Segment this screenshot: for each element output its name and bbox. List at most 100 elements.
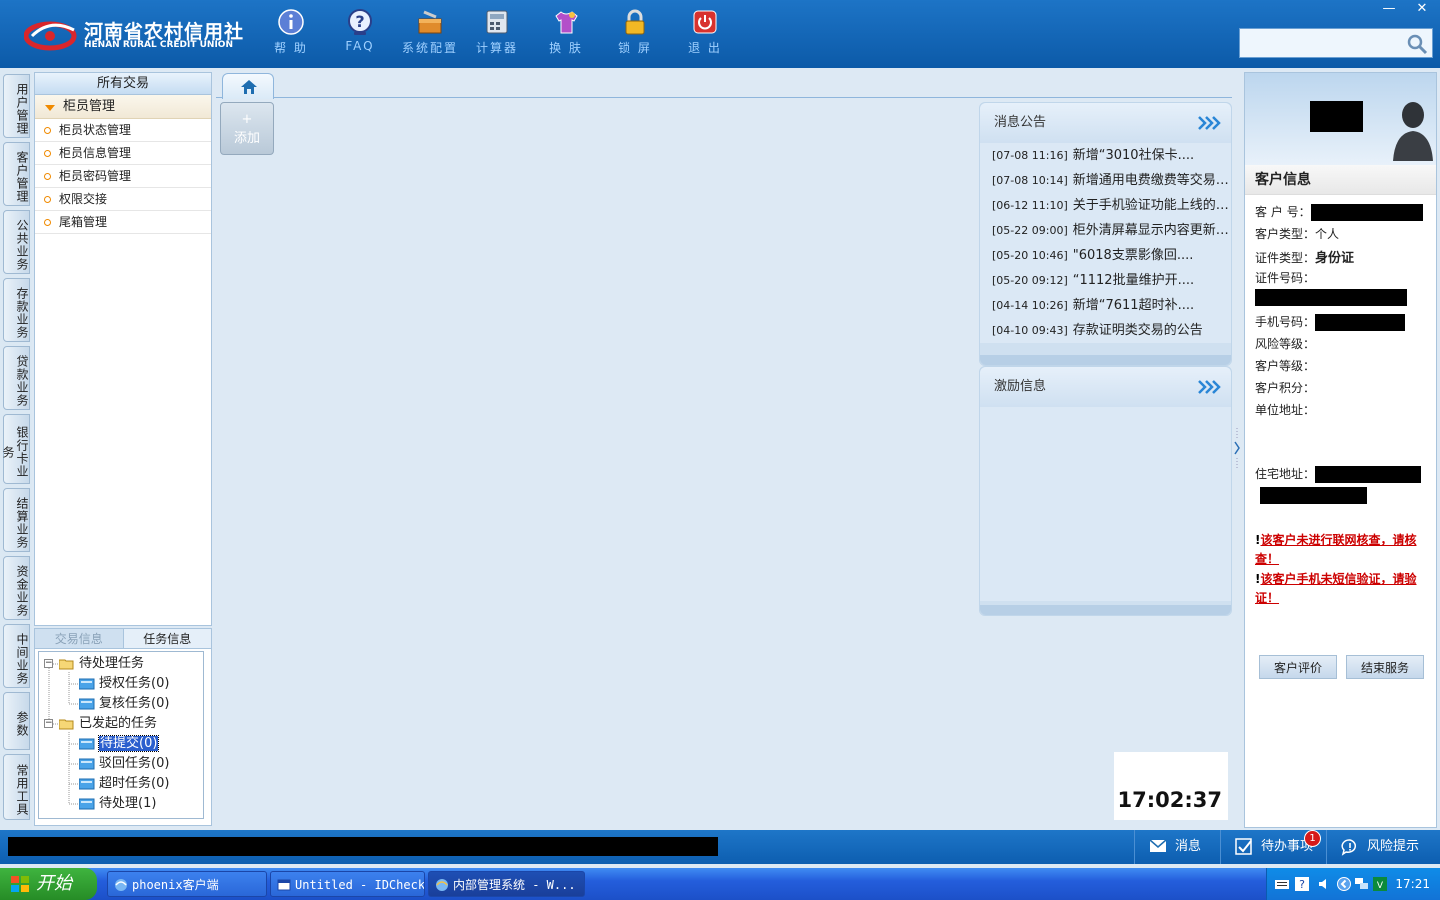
more-arrows-icon[interactable] bbox=[1197, 379, 1223, 395]
network-icon[interactable] bbox=[1355, 877, 1369, 891]
change-skin-label: 换 肤 bbox=[549, 41, 583, 55]
add-tab-button[interactable]: + 添加 bbox=[220, 102, 274, 155]
customer-info-panel: 客户信息 客 户 号： 客户类型：个人 证件类型：身份证 证件号码： 手机号码：… bbox=[1244, 72, 1437, 828]
menu-item-teller-info[interactable]: 柜员信息管理 bbox=[35, 142, 211, 165]
start-button[interactable]: 开始 bbox=[0, 868, 97, 900]
help-button[interactable]: 帮 助 bbox=[261, 8, 321, 56]
app-window-icon bbox=[277, 879, 291, 891]
main-content: + 添加 消息公告 [07-08 11:16] 新增“3010社保卡.... [0… bbox=[216, 72, 1232, 828]
notice-time: [04-14 10:26] bbox=[992, 299, 1068, 312]
panel-splitter-icon[interactable] bbox=[1233, 428, 1241, 468]
risk-tips-button[interactable]: 风险提示 bbox=[1326, 830, 1440, 864]
top-bar: 河南省农村信用社 HENAN RURAL CREDIT UNION 帮 助 ? … bbox=[0, 0, 1440, 68]
home-icon bbox=[241, 80, 257, 94]
tree-node-label: 超时任务(0) bbox=[99, 776, 170, 791]
minimize-button[interactable]: — bbox=[1374, 0, 1404, 18]
vtab-intermediary-business[interactable]: 中间业务 bbox=[3, 624, 30, 688]
messages-label: 消息 bbox=[1175, 839, 1202, 854]
tab-transaction-info[interactable]: 交易信息 bbox=[35, 629, 123, 648]
notice-item[interactable]: [07-08 11:16] 新增“3010社保卡.... bbox=[980, 143, 1231, 168]
incentive-footer bbox=[980, 605, 1231, 615]
vtab-loan-business[interactable]: 贷款业务 bbox=[3, 346, 30, 410]
change-skin-button[interactable]: 换 肤 bbox=[536, 8, 596, 56]
redacted-photo bbox=[1310, 101, 1363, 132]
open-folder-icon bbox=[59, 719, 74, 729]
all-transactions-header[interactable]: 所有交易 bbox=[35, 73, 211, 95]
start-label: 开始 bbox=[36, 873, 72, 894]
system-config-button[interactable]: 系统配置 bbox=[400, 8, 460, 56]
vtab-fund-business[interactable]: 资金业务 bbox=[3, 556, 30, 620]
tree-node-authorize[interactable]: 授权任务(0) bbox=[79, 674, 169, 694]
tree-node-timeout[interactable]: 超时任务(0) bbox=[79, 774, 169, 794]
tab-home[interactable] bbox=[222, 73, 274, 99]
taskbar-item-idcheck[interactable]: Untitled - IDCheck bbox=[270, 871, 425, 897]
system-tray: ? V 17:21 bbox=[1266, 868, 1440, 900]
customer-evaluate-button[interactable]: 客户评价 bbox=[1259, 655, 1337, 679]
tab-task-info[interactable]: 任务信息 bbox=[122, 629, 211, 648]
notice-item[interactable]: [04-14 10:26] 新增“7611超时补.... bbox=[980, 293, 1231, 318]
tree-node-label: 已发起的任务 bbox=[79, 716, 158, 731]
notice-item[interactable]: [05-22 09:00] 柜外清屏幕显示内容更新的公告 bbox=[980, 218, 1231, 243]
help-tray-icon[interactable]: ? bbox=[1295, 877, 1309, 891]
warning-online-check-link[interactable]: 该客户未进行联网核查，请核查！ bbox=[1255, 533, 1417, 566]
chevron-left-icon[interactable] bbox=[1337, 877, 1351, 891]
collapse-toggle[interactable]: − bbox=[44, 719, 53, 728]
more-arrows-icon[interactable] bbox=[1197, 115, 1223, 131]
keyboard-icon[interactable] bbox=[1275, 877, 1289, 891]
tree-node-to-submit[interactable]: 待提交(0) bbox=[79, 734, 160, 754]
search-icon[interactable] bbox=[1406, 33, 1428, 55]
status-bar: 消息 待办事项 风险提示 bbox=[0, 830, 1440, 864]
vtab-public-business[interactable]: 公共业务 bbox=[3, 210, 30, 274]
notice-item[interactable]: [05-20 09:12] “1112批量维护开.... bbox=[980, 268, 1231, 293]
tree-node-label: 驳回任务(0) bbox=[99, 756, 170, 771]
vtab-customer-management[interactable]: 客户管理 bbox=[3, 142, 30, 206]
tree-node-label: 待处理任务 bbox=[79, 656, 145, 671]
faq-button[interactable]: ? FAQ bbox=[330, 8, 390, 53]
notice-item[interactable]: [05-20 10:46] "6018支票影像回.... bbox=[980, 243, 1231, 268]
notice-time: [05-22 09:00] bbox=[992, 224, 1068, 237]
tree-node-label: 授权任务(0) bbox=[99, 676, 170, 691]
customer-level-label: 客户等级： bbox=[1255, 359, 1316, 373]
taskbar-item-internal-system[interactable]: 内部管理系统 - W... bbox=[428, 871, 585, 897]
menu-item-teller-password[interactable]: 柜员密码管理 bbox=[35, 165, 211, 188]
customer-no-label: 客 户 号： bbox=[1255, 205, 1311, 219]
lock-screen-button[interactable]: 锁 屏 bbox=[605, 8, 665, 56]
antivirus-icon[interactable]: V bbox=[1373, 877, 1387, 891]
logo-icon bbox=[24, 21, 77, 51]
transaction-menu-panel: 所有交易 柜员管理 柜员状态管理 柜员信息管理 柜员密码管理 权限交接 尾箱管理 bbox=[34, 72, 212, 626]
vtab-settlement-business[interactable]: 结算业务 bbox=[3, 488, 30, 552]
folder-icon bbox=[79, 678, 95, 689]
warning-sms-verify: !该客户手机未短信验证，请验证！ bbox=[1255, 570, 1433, 608]
notice-text: 新增“7611超时补.... bbox=[1072, 298, 1195, 313]
notice-list: [07-08 11:16] 新增“3010社保卡.... [07-08 10:14… bbox=[980, 143, 1231, 343]
vtab-user-management[interactable]: 用户管理 bbox=[3, 74, 30, 138]
close-window-button[interactable]: ✕ bbox=[1407, 0, 1437, 18]
menu-item-cash-box[interactable]: 尾箱管理 bbox=[35, 211, 211, 234]
vtab-deposit-business[interactable]: 存款业务 bbox=[3, 278, 30, 342]
exit-button[interactable]: 退 出 bbox=[675, 8, 735, 56]
tree-node-initiated[interactable]: 已发起的任务 bbox=[59, 714, 157, 734]
teller-management-group[interactable]: 柜员管理 bbox=[35, 95, 211, 119]
end-service-button[interactable]: 结束服务 bbox=[1346, 655, 1424, 679]
taskbar-item-phoenix[interactable]: phoenix客户端 bbox=[107, 871, 267, 897]
tree-node-rejected[interactable]: 驳回任务(0) bbox=[79, 754, 169, 774]
speaker-icon[interactable] bbox=[1317, 877, 1331, 891]
id-type-row: 证件类型：身份证 bbox=[1255, 247, 1354, 266]
notice-item[interactable]: [06-12 11:10] 关于手机验证功能上线的公告 bbox=[980, 193, 1231, 218]
notice-item[interactable]: [04-10 09:43] 存款证明类交易的公告 bbox=[980, 318, 1231, 343]
messages-button[interactable]: 消息 bbox=[1134, 830, 1220, 864]
vtab-common-tools[interactable]: 常用工具 bbox=[3, 754, 30, 820]
vtab-bank-card-business[interactable]: 银行卡业务 bbox=[1, 414, 30, 484]
vtab-parameters[interactable]: 参数 bbox=[3, 692, 30, 750]
tree-node-pending[interactable]: 待处理任务 bbox=[59, 654, 144, 674]
tree-node-awaiting[interactable]: 待处理(1) bbox=[79, 794, 156, 814]
menu-item-permission-handover[interactable]: 权限交接 bbox=[35, 188, 211, 211]
calculator-button[interactable]: 计算器 bbox=[467, 8, 527, 56]
bullet-icon bbox=[44, 196, 51, 203]
menu-item-teller-status[interactable]: 柜员状态管理 bbox=[35, 119, 211, 142]
warning-sms-verify-link[interactable]: 该客户手机未短信验证，请验证！ bbox=[1255, 572, 1417, 605]
notice-item[interactable]: [07-08 10:14] 新增通用电费缴费等交易的公告 bbox=[980, 168, 1231, 193]
collapse-toggle[interactable]: − bbox=[44, 659, 53, 668]
tree-node-review[interactable]: 复核任务(0) bbox=[79, 694, 169, 714]
search-input[interactable] bbox=[1243, 32, 1401, 54]
